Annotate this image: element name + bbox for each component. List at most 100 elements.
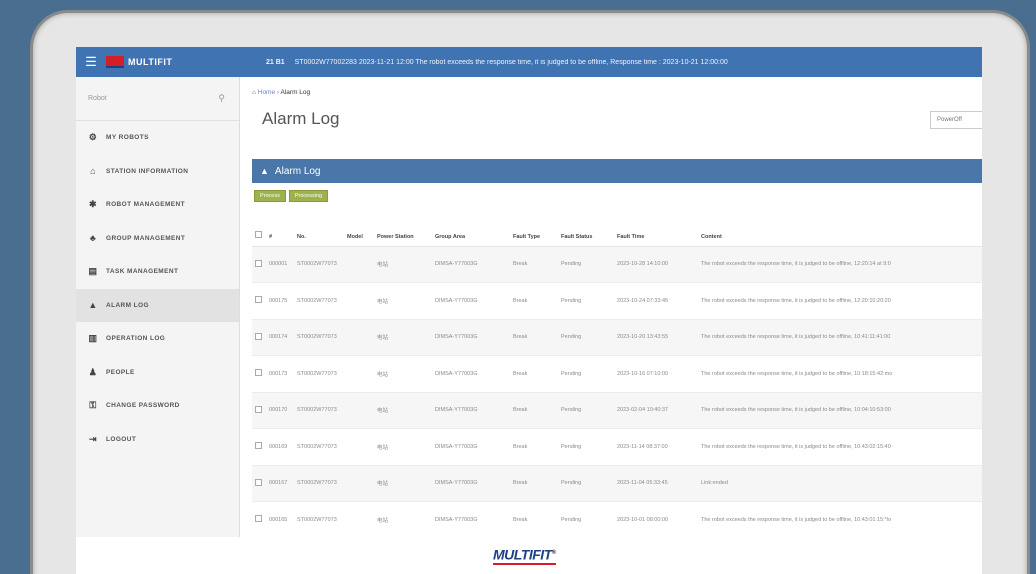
cell-type: Break [510, 465, 558, 502]
table-row[interactable]: 000175 ST0002W77073 电站 DIMSA-Y77003G Break Pe… [252, 282, 982, 320]
brand-logo: MULTIFIT® [493, 545, 556, 565]
row-checkbox[interactable] [252, 282, 266, 320]
cell-type: Break [510, 319, 558, 356]
column-header[interactable]: Power Station [374, 210, 432, 247]
cell-id: 000169 [266, 428, 294, 466]
cell-group: DIMSA-Y77003G [432, 282, 510, 320]
cell-time: 2023-11-04 05:33:45 [614, 465, 698, 502]
cell-content: The robot exceeds the response time, it … [698, 501, 982, 537]
registered-mark: ® [551, 550, 556, 556]
sidebar-item-station-information[interactable]: ⌂ STATION INFORMATION [76, 155, 239, 189]
cell-model [344, 282, 374, 320]
group-icon: ♣ [89, 233, 97, 244]
page-title: Alarm Log [262, 109, 340, 128]
table-row[interactable]: 000169 ST0002W77073 电站 DIMSA-Y77003G Break Pe… [252, 428, 982, 466]
process-button[interactable]: Process [254, 190, 286, 202]
sidebar-item-my-robots[interactable]: ⚙ MY ROBOTS [76, 121, 239, 155]
processing-button[interactable]: Processing [288, 190, 329, 202]
breadcrumb: ⌂ Home › Alarm Log [252, 89, 310, 96]
sidebar-item-label: PEOPLE [106, 368, 135, 376]
sidebar-item-alarm-log[interactable]: ▲ ALARM LOG [76, 288, 239, 322]
sidebar-item-label: GROUP MANAGEMENT [106, 234, 186, 242]
power-off-button[interactable]: PowerOff [930, 111, 982, 129]
cell-group: DIMSA-Y77003G [432, 501, 510, 537]
row-checkbox[interactable] [252, 465, 266, 502]
column-header[interactable]: Fault Type [510, 210, 558, 247]
sidebar-item-task-management[interactable]: ▤ TASK MANAGEMENT [76, 255, 239, 289]
sidebar-item-operation-log[interactable]: ▥ OPERATION LOG [76, 322, 239, 356]
column-header[interactable]: Model [344, 210, 374, 247]
sidebar-item-change-password[interactable]: ⚿ CHANGE PASSWORD [76, 389, 239, 423]
cell-station: 电站 [374, 392, 432, 429]
cell-content: The robot exceeds the response time, it … [698, 282, 982, 320]
cell-time: 2023-10-16 07:10:00 [614, 355, 698, 393]
breadcrumb-current: Alarm Log [280, 89, 311, 96]
row-checkbox[interactable] [252, 392, 266, 429]
cell-model [344, 355, 374, 393]
search-input[interactable]: Robot [88, 95, 107, 102]
logout-icon: ⇥ [89, 433, 97, 444]
cell-type: Break [510, 501, 558, 537]
column-header[interactable]: No. [294, 210, 344, 247]
cell-id: 000170 [266, 392, 294, 429]
cell-content: The robot exceeds the response time, it … [698, 319, 982, 356]
cell-id: 000175 [266, 282, 294, 320]
cell-id: 000167 [266, 465, 294, 502]
sidebar-item-label: ROBOT MANAGEMENT [106, 201, 185, 209]
table-row[interactable]: 000170 ST0002W77073 电站 DIMSA-Y77003G Break Pe… [252, 392, 982, 429]
hamburger-icon[interactable]: ☰ [76, 54, 106, 70]
sidebar-item-logout[interactable]: ⇥ LOGOUT [76, 423, 239, 457]
panel-title: Alarm Log [274, 165, 321, 177]
panel-header: ▲ Alarm Log [252, 159, 982, 183]
table-header-row: # No. Model Power Station Group Area Fau… [252, 210, 982, 247]
sidebar-item-group-management[interactable]: ♣ GROUP MANAGEMENT [76, 222, 239, 256]
cell-time: 2023-10-24 07:33:45 [614, 282, 698, 320]
column-header[interactable]: Fault Time [614, 210, 698, 247]
cell-content: The robot exceeds the response time, it … [698, 392, 982, 429]
alarm-table: # No. Model Power Station Group Area Fau… [252, 210, 982, 537]
cell-status: Pending [558, 428, 614, 466]
sidebar-item-label: LOGOUT [106, 435, 137, 443]
table-row[interactable]: 000173 ST0002W77073 电站 DIMSA-Y77003G Break Pe… [252, 355, 982, 393]
warning-icon: ▲ [260, 166, 269, 176]
select-all-checkbox[interactable] [252, 210, 266, 247]
alarm-notice[interactable]: 21 B1 ST0002W77002283 2023-11-21 12:00 T… [256, 59, 728, 66]
table-row[interactable]: 000174 ST0002W77073 电站 DIMSA-Y77003G Break Pe… [252, 319, 982, 356]
logo-mark-icon [106, 56, 124, 68]
sidebar-item-robot-management[interactable]: ✱ ROBOT MANAGEMENT [76, 188, 239, 222]
column-header[interactable]: Group Area [432, 210, 510, 247]
search-icon[interactable]: ⚲ [218, 93, 225, 104]
column-header[interactable]: Content [698, 210, 982, 247]
cell-no: ST0002W77073 [294, 355, 344, 393]
cell-station: 电站 [374, 282, 432, 320]
cell-model [344, 319, 374, 356]
table-row[interactable]: 000001 ST0002W77073 电站 DIMSA-Y77003G Break Pe… [252, 246, 982, 283]
cell-no: ST0002W77073 [294, 501, 344, 537]
row-checkbox[interactable] [252, 355, 266, 393]
row-checkbox[interactable] [252, 246, 266, 283]
task-icon: ▤ [88, 266, 98, 277]
column-header[interactable]: Fault Status [558, 210, 614, 247]
table-row[interactable]: 000167 ST0002W77073 电站 DIMSA-Y77003G Break Pe… [252, 465, 982, 502]
home-icon[interactable]: ⌂ [252, 89, 256, 96]
cell-id: 000001 [266, 246, 294, 283]
sidebar-search[interactable]: Robot ⚲ [76, 77, 239, 121]
cell-time: 2023-10-20 13:43:55 [614, 319, 698, 356]
top-bar: ☰ MULTIFIT 21 B1 ST0002W77002283 2023-11… [76, 47, 982, 77]
cell-model [344, 392, 374, 429]
brand-logo-text: MULTIFIT [493, 546, 552, 563]
table-row[interactable]: 000165 ST0002W77073 电站 DIMSA-Y77003G Break Pe… [252, 501, 982, 537]
sidebar: Robot ⚲ ⚙ MY ROBOTS ⌂ STATION INFORMATION ✱ R… [76, 77, 240, 537]
row-checkbox[interactable] [252, 501, 266, 537]
cell-station: 电站 [374, 501, 432, 537]
cell-status: Pending [558, 282, 614, 320]
sidebar-item-label: ALARM LOG [106, 301, 149, 309]
app-logo: MULTIFIT [106, 47, 256, 77]
breadcrumb-home[interactable]: Home [258, 89, 275, 96]
row-checkbox[interactable] [252, 319, 266, 356]
sidebar-item-people[interactable]: ♟ PEOPLE [76, 356, 239, 390]
row-checkbox[interactable] [252, 428, 266, 466]
cell-id: 000174 [266, 319, 294, 356]
cell-content: The robot exceeds the response time, it … [698, 355, 982, 393]
column-header[interactable]: # [266, 210, 294, 247]
